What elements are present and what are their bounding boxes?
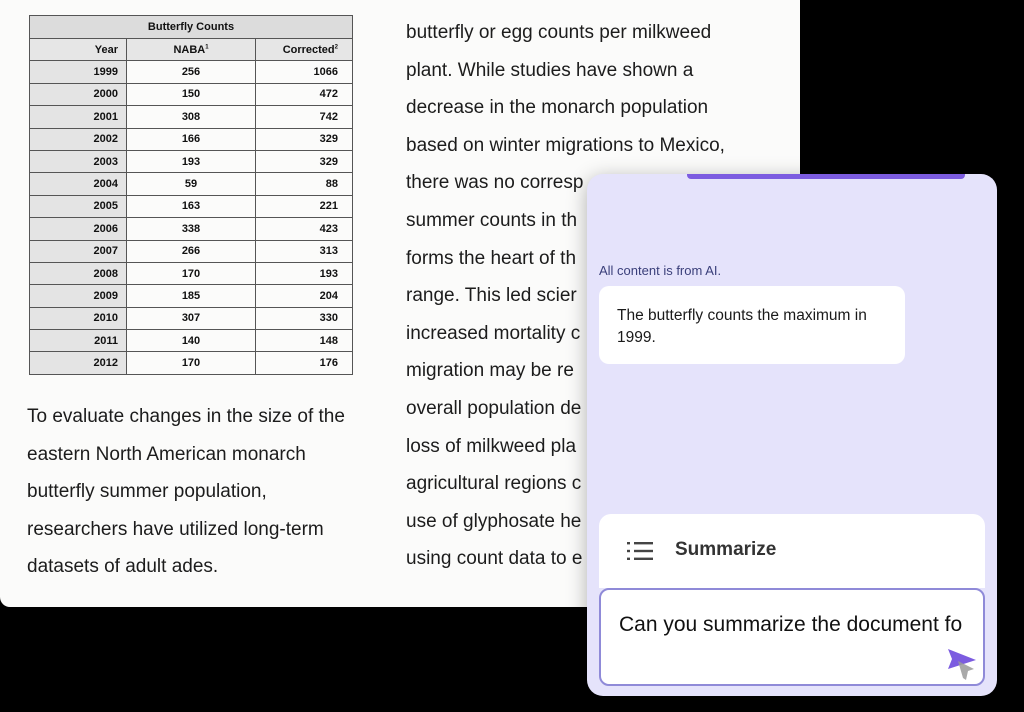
cell-year: 2011 (29, 329, 127, 353)
cell-year: 2005 (29, 194, 127, 219)
ai-assistant-panel: All content is from AI. The butterfly co… (587, 174, 997, 696)
cell-naba: 185 (126, 284, 256, 308)
cell-year: 2000 (29, 82, 127, 107)
cell-naba: 256 (126, 60, 256, 84)
cell-year: 2007 (29, 239, 127, 263)
cell-naba: 338 (126, 217, 256, 241)
table-row: 2003 193 329 (29, 149, 353, 174)
cell-corrected: 88 (255, 172, 353, 196)
cell-corrected: 313 (255, 239, 353, 263)
table-row: 2008 170 193 (29, 261, 353, 286)
cell-year: 1999 (29, 60, 127, 84)
cell-corrected: 329 (255, 149, 353, 174)
table-row: 2010 307 330 (29, 306, 353, 331)
text-line: To evaluate changes in the size of the (27, 406, 345, 427)
table-row: 1999 256 1066 (29, 60, 353, 84)
cell-corrected: 472 (255, 82, 353, 107)
col-header-naba: NABA1 (126, 37, 256, 62)
text-line: eastern North American monarch (27, 443, 306, 465)
text-line: decrease in the monarch population (406, 97, 709, 119)
cell-corrected: 148 (255, 329, 353, 353)
left-paragraph: To evaluate changes in the size of the ea… (27, 398, 387, 586)
cell-corrected: 330 (255, 306, 353, 331)
cell-naba: 170 (126, 261, 256, 286)
cell-year: 2001 (29, 105, 127, 129)
cell-corrected: 204 (255, 284, 353, 308)
cell-naba: 166 (126, 127, 256, 151)
cell-year: 2012 (29, 351, 127, 375)
cell-naba: 193 (126, 149, 256, 174)
cell-naba: 163 (126, 194, 256, 219)
table-row: 2009 185 204 (29, 284, 353, 308)
table-row: 2001 308 742 (29, 105, 353, 129)
cell-year: 2010 (29, 306, 127, 331)
table-row: 2006 338 423 (29, 217, 353, 241)
ai-response-text: The butterfly counts the maximum in 1999… (617, 307, 867, 346)
text-line: datasets of adult ades. (27, 556, 219, 578)
summarize-label: Summarize (675, 539, 777, 560)
cell-corrected: 329 (255, 127, 353, 151)
cell-year: 2006 (29, 217, 127, 241)
chat-input[interactable]: Can you summarize the document fo (599, 588, 985, 686)
text-line: butterfly summer population, (27, 481, 267, 503)
cell-corrected: 423 (255, 217, 353, 241)
summarize-button[interactable]: Summarize (599, 514, 985, 588)
cell-corrected: 176 (255, 351, 353, 375)
cell-year: 2009 (29, 284, 127, 308)
col-header-year: Year (29, 37, 127, 62)
cell-year: 2002 (29, 127, 127, 151)
text-line: based on winter migrations to Mexico, (406, 134, 725, 156)
cell-naba: 140 (126, 329, 256, 353)
cell-year: 2004 (29, 172, 127, 196)
table-row: 2002 166 329 (29, 127, 353, 151)
cell-naba: 307 (126, 306, 256, 331)
table-caption: Butterfly Counts (29, 15, 353, 39)
ai-content-notice: All content is from AI. (599, 263, 722, 278)
cell-corrected: 221 (255, 194, 353, 219)
panel-drag-handle[interactable] (687, 174, 965, 179)
cell-year: 2008 (29, 261, 127, 286)
chat-input-text[interactable]: Can you summarize the document fo (619, 608, 964, 642)
table-header-row: Year NABA1 Corrected2 (29, 37, 353, 62)
send-icon[interactable] (946, 647, 980, 681)
cell-naba: 150 (126, 82, 256, 107)
cell-corrected: 193 (255, 261, 353, 286)
cell-corrected: 1066 (255, 60, 353, 84)
table-row: 2004 59 88 (29, 172, 353, 196)
text-line: researchers have utilized long-term (27, 518, 324, 540)
col-header-corrected: Corrected2 (255, 37, 353, 62)
text-line: plant. While studies have shown a (406, 59, 694, 81)
cell-naba: 170 (126, 351, 256, 375)
table-row: 2000 150 472 (29, 82, 353, 107)
cell-naba: 59 (126, 172, 256, 196)
cell-naba: 266 (126, 239, 256, 263)
table-row: 2005 163 221 (29, 194, 353, 219)
table-row: 2011 140 148 (29, 329, 353, 353)
list-icon (627, 542, 653, 560)
text-line: butterfly or egg counts per milkweed (406, 22, 712, 43)
table-row: 2007 266 313 (29, 239, 353, 263)
cell-year: 2003 (29, 149, 127, 174)
table-row: 2012 170 176 (29, 351, 353, 375)
ai-response-bubble: The butterfly counts the maximum in 1999… (599, 286, 905, 364)
cell-corrected: 742 (255, 105, 353, 129)
cell-naba: 308 (126, 105, 256, 129)
butterfly-counts-table: Butterfly Counts Year NABA1 Corrected2 1… (29, 15, 353, 375)
